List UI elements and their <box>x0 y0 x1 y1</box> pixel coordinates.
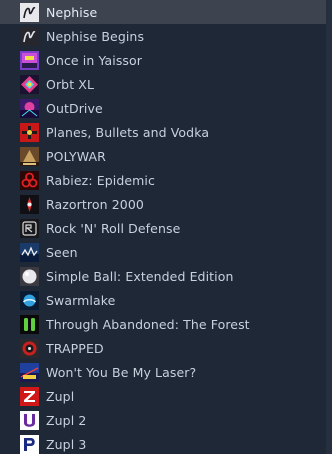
game-name: Orbt XL <box>46 76 95 92</box>
orbt-xl-icon <box>20 74 39 94</box>
game-name: Seen <box>46 244 78 260</box>
game-row-through-abandoned[interactable]: Through Abandoned: The Forest <box>0 312 326 336</box>
nephise-icon <box>20 2 39 22</box>
polywar-icon <box>20 146 39 166</box>
game-row-swarmlake[interactable]: Swarmlake <box>0 288 326 312</box>
game-row-zupl-3[interactable]: Zupl 3 <box>0 432 326 454</box>
game-row-nephise-begins[interactable]: Nephise Begins <box>0 24 326 48</box>
zupl-icon <box>20 386 39 406</box>
seen-icon <box>20 242 39 262</box>
game-name: OutDrive <box>46 100 103 116</box>
scrollbar-thumb[interactable] <box>326 0 332 454</box>
game-name: Zupl 3 <box>46 436 87 452</box>
game-name: TRAPPED <box>46 340 104 356</box>
game-row-polywar[interactable]: POLYWAR <box>0 144 326 168</box>
game-name: Simple Ball: Extended Edition <box>46 268 234 284</box>
outdrive-icon <box>20 98 39 118</box>
scrollbar-track[interactable] <box>326 0 332 454</box>
simple-ball-icon <box>20 266 39 286</box>
trapped-icon <box>20 338 39 358</box>
game-row-simple-ball[interactable]: Simple Ball: Extended Edition <box>0 264 326 288</box>
game-row-rock-n-roll-defense[interactable]: Rock 'N' Roll Defense <box>0 216 326 240</box>
once-in-yaissor-icon <box>20 50 39 70</box>
game-row-seen[interactable]: Seen <box>0 240 326 264</box>
game-name: Planes, Bullets and Vodka <box>46 124 210 140</box>
game-row-razortron-2000[interactable]: Razortron 2000 <box>0 192 326 216</box>
through-abandoned-icon <box>20 314 39 334</box>
game-list: Nephise Nephise Begins Once in Yaissor O… <box>0 0 326 454</box>
game-name: Rock 'N' Roll Defense <box>46 220 181 236</box>
game-row-orbt-xl[interactable]: Orbt XL <box>0 72 326 96</box>
game-row-zupl[interactable]: Zupl <box>0 384 326 408</box>
game-row-zupl-2[interactable]: Zupl 2 <box>0 408 326 432</box>
game-row-rabiez-epidemic[interactable]: Rabiez: Epidemic <box>0 168 326 192</box>
nephise-begins-icon <box>20 26 39 46</box>
game-name: Nephise <box>46 4 98 20</box>
game-row-planes-bullets-and-vodka[interactable]: Planes, Bullets and Vodka <box>0 120 326 144</box>
game-name: Zupl <box>46 388 75 404</box>
game-name: Razortron 2000 <box>46 196 144 212</box>
game-name: POLYWAR <box>46 148 106 164</box>
game-row-trapped[interactable]: TRAPPED <box>0 336 326 360</box>
game-name: Rabiez: Epidemic <box>46 172 155 188</box>
game-name: Won't You Be My Laser? <box>46 364 197 380</box>
game-row-once-in-yaissor[interactable]: Once in Yaissor <box>0 48 326 72</box>
razortron-icon <box>20 194 39 214</box>
zupl-3-icon <box>20 434 39 454</box>
game-row-nephise[interactable]: Nephise <box>0 0 326 24</box>
planes-bullets-vodka-icon <box>20 122 39 142</box>
game-row-outdrive[interactable]: OutDrive <box>0 96 326 120</box>
game-name: Through Abandoned: The Forest <box>46 316 250 332</box>
game-name: Once in Yaissor <box>46 52 143 68</box>
game-row-wont-you-be-my-laser[interactable]: Won't You Be My Laser? <box>0 360 326 384</box>
zupl-2-icon <box>20 410 39 430</box>
laser-icon <box>20 362 39 382</box>
game-name: Swarmlake <box>46 292 116 308</box>
rock-n-roll-defense-icon <box>20 218 39 238</box>
biohazard-icon <box>20 170 39 190</box>
swarmlake-icon <box>20 290 39 310</box>
game-name: Nephise Begins <box>46 28 145 44</box>
game-name: Zupl 2 <box>46 412 87 428</box>
